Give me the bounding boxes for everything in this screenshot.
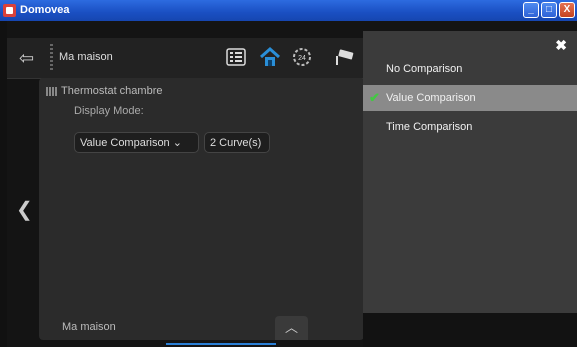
drag-handle-icon bbox=[50, 44, 53, 72]
top-nav-bar: ⇦ Ma maison 24 bbox=[7, 38, 363, 79]
display-mode-label: Display Mode: bbox=[74, 105, 144, 117]
timer-24h-icon[interactable]: 24 bbox=[291, 46, 313, 68]
comparison-dropdown: ✖ No Comparison ✔ Value Comparison Time … bbox=[363, 31, 577, 313]
chevron-up-icon: ︿ bbox=[284, 320, 298, 335]
menu-item-label: Value Comparison bbox=[386, 92, 476, 104]
checkmark-icon: ✔ bbox=[369, 90, 380, 105]
previous-chevron-icon[interactable]: ❮ bbox=[16, 197, 33, 222]
display-mode-select[interactable]: Value Comparison ⌄ bbox=[74, 132, 199, 153]
menu-item-label: Time Comparison bbox=[386, 121, 473, 133]
window-left-edge bbox=[0, 21, 7, 347]
device-panel: Thermostat chambre Display Mode: Value C… bbox=[39, 78, 364, 340]
camera-icon[interactable] bbox=[333, 46, 355, 68]
minimize-button[interactable]: _ bbox=[523, 2, 539, 18]
radiator-icon bbox=[46, 87, 57, 96]
back-arrow-icon[interactable]: ⇦ bbox=[19, 48, 34, 69]
device-name: Thermostat chambre bbox=[61, 85, 163, 97]
close-icon[interactable]: ✖ bbox=[555, 37, 567, 54]
page-indicator bbox=[166, 343, 276, 345]
svg-text:24: 24 bbox=[298, 55, 306, 62]
app-body: ⇦ Ma maison 24 ❮ Thermostat chambre Disp… bbox=[7, 21, 577, 347]
close-window-button[interactable]: X bbox=[559, 2, 575, 18]
app-window: Domovea _ □ X ⇦ Ma maison 24 ❮ Thermosta… bbox=[0, 0, 577, 347]
window-title: Domovea bbox=[20, 4, 70, 16]
maximize-button[interactable]: □ bbox=[541, 2, 557, 18]
menu-item-no-comparison[interactable]: No Comparison bbox=[363, 56, 577, 82]
location-label: Ma maison bbox=[59, 51, 113, 63]
list-view-icon[interactable] bbox=[225, 46, 247, 68]
menu-item-time-comparison[interactable]: Time Comparison bbox=[363, 114, 577, 140]
menu-item-value-comparison[interactable]: ✔ Value Comparison bbox=[363, 85, 577, 111]
footer-location-label: Ma maison bbox=[62, 321, 116, 333]
home-icon[interactable] bbox=[259, 46, 281, 68]
display-mode-value: Value Comparison bbox=[80, 137, 170, 149]
dropdown-footer bbox=[363, 313, 577, 347]
chevron-down-icon: ⌄ bbox=[172, 137, 182, 149]
expand-up-button[interactable]: ︿ bbox=[275, 316, 308, 340]
menu-item-label: No Comparison bbox=[386, 63, 463, 75]
app-icon bbox=[3, 4, 16, 17]
title-bar[interactable]: Domovea _ □ X bbox=[0, 0, 577, 21]
curves-button[interactable]: 2 Curve(s) bbox=[204, 132, 270, 153]
